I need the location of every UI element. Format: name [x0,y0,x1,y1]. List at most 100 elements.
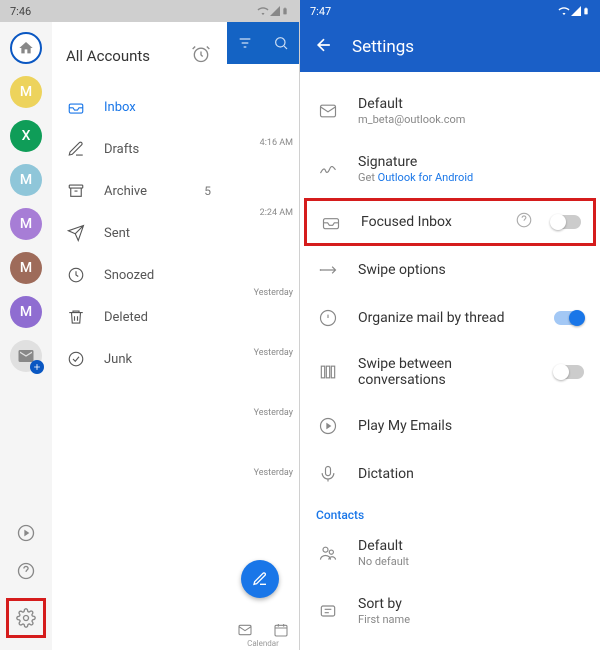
play-icon [316,416,340,436]
setting-account[interactable]: Defaultm_beta@outlook.com [300,82,600,140]
setting-link[interactable]: Outlook for Android [378,171,474,184]
folder-label: Deleted [104,310,211,325]
setting-thread[interactable]: Organize mail by thread [300,294,600,342]
folder-inbox[interactable]: Inbox [52,86,227,128]
battery-icon [281,5,289,17]
setting-play[interactable]: Play My Emails [300,402,600,450]
back-button[interactable] [314,35,334,59]
setting-subtitle: m_beta@outlook.com [358,113,584,126]
signal-icon [570,5,582,17]
setting-swipeconv[interactable]: Swipe between conversations [300,342,600,402]
toggle-focused[interactable] [551,215,581,229]
account-avatar[interactable]: M [10,76,42,108]
settings-gear-button[interactable] [6,598,46,638]
setting-title: Play My Emails [358,418,584,434]
archive-icon [66,182,86,200]
folder-label: Sent [104,226,211,241]
help-icon[interactable] [15,560,37,582]
account-rail: MXMMMM [0,0,52,650]
mail-preview-item[interactable]: Yesterday5 default … [227,288,293,313]
status-time: 7:46 [10,5,31,18]
contacts-section-header: Contacts [300,498,600,524]
setting-subtitle: No default [358,555,584,568]
mail-preview-item[interactable]: Ad & Great Pr…ore. Free… [227,78,293,104]
filter-icon[interactable] [237,35,253,51]
mail-preview-item[interactable]: 4:16 AMbuild 190… [227,138,293,163]
status-bar-right: 7:47 [300,0,600,22]
right-screenshot: 7:47 Settings Defaultm_beta@outlook.comS… [300,0,600,650]
folder-drafts[interactable]: Drafts [52,128,227,170]
folder-archive[interactable]: Archive 5 [52,170,227,212]
status-time: 7:47 [310,5,331,18]
do-not-disturb-icon[interactable] [191,44,211,68]
swipe-icon [316,260,340,280]
mail-time: 2:24 AM [227,208,293,220]
compose-fab[interactable] [241,560,279,598]
setting-cdefault[interactable]: DefaultNo default [300,524,600,582]
signal-icon [269,5,281,17]
mail-time: Yesterday [227,408,293,420]
swipeconv-icon [316,362,340,382]
wifi-icon [558,5,570,17]
account-avatar[interactable]: X [10,120,42,152]
mail-preview-item[interactable]: Yesterdayannels are… [227,348,293,373]
sent-icon [66,224,86,242]
setting-title: Sort by [358,596,584,612]
setting-title: Default [358,538,584,554]
focused-icon [319,212,343,232]
settings-appbar: Settings [300,22,600,72]
mail-tab-icon[interactable] [237,622,253,638]
mail-time: Yesterday [227,288,293,300]
folder-label: Inbox [104,100,211,115]
wifi-icon [257,5,269,17]
setting-swipe[interactable]: Swipe options [300,246,600,294]
account-avatar[interactable]: M [10,296,42,328]
folder-junk[interactable]: Junk [52,338,227,380]
setting-signature[interactable]: SignatureGet Outlook for Android [300,140,600,198]
setting-subtitle: First name [358,613,584,626]
sortby-icon [316,601,340,621]
folder-label: Junk [104,352,211,367]
drafts-icon [66,140,86,158]
thread-icon [316,308,340,328]
toggle-swipeconv[interactable] [554,365,584,379]
inbox-icon [66,98,86,116]
mail-preview-item[interactable]: Yesterdayunt type o…ge accou… [227,408,293,446]
setting-sortby[interactable]: Sort byFirst name [300,582,600,640]
setting-title: Signature [358,154,584,170]
left-screenshot: 7:46 MXMMMM All [0,0,300,650]
account-icon [316,101,340,121]
folder-count: 5 [204,184,211,198]
all-accounts-title: All Accounts [66,47,191,65]
folder-label: Snoozed [104,268,211,283]
account-avatar[interactable]: M [10,252,42,284]
setting-title: Swipe options [358,262,584,278]
play-icon[interactable] [15,522,37,544]
account-avatar[interactable]: M [10,208,42,240]
add-account-button[interactable] [10,340,42,372]
folder-label: Archive [104,184,186,199]
account-home-button[interactable] [10,32,42,64]
toggle-thread[interactable] [554,311,584,325]
search-icon[interactable] [273,35,289,51]
help-icon[interactable] [515,211,533,233]
folder-snoozed[interactable]: Snoozed [52,254,227,296]
folder-label: Drafts [104,142,211,157]
setting-title: Swipe between conversations [358,356,536,388]
dictation-icon [316,464,340,484]
setting-title: Focused Inbox [361,214,497,230]
setting-title: Default [358,96,584,112]
mail-preview-item[interactable]: Yesterdayaccount ty…on "How t… [227,468,293,506]
folder-deleted[interactable]: Deleted [52,296,227,338]
setting-focused[interactable]: Focused Inbox [304,198,596,246]
mail-time: Yesterday [227,348,293,360]
calendar-tab-icon[interactable] [273,622,289,638]
setting-dictation[interactable]: Dictation [300,450,600,498]
account-avatar[interactable]: M [10,164,42,196]
mail-time: 4:16 AM [227,138,293,150]
setting-title: Organize mail by thread [358,310,536,326]
mail-preview-item[interactable]: 2:24 AM10 & Wind…update K… [227,208,293,246]
folder-sent[interactable]: Sent [52,212,227,254]
setting-title: Dictation [358,466,584,482]
folder-drawer: All Accounts Inbox Drafts Archive 5 Sent Snoo… [52,0,227,650]
